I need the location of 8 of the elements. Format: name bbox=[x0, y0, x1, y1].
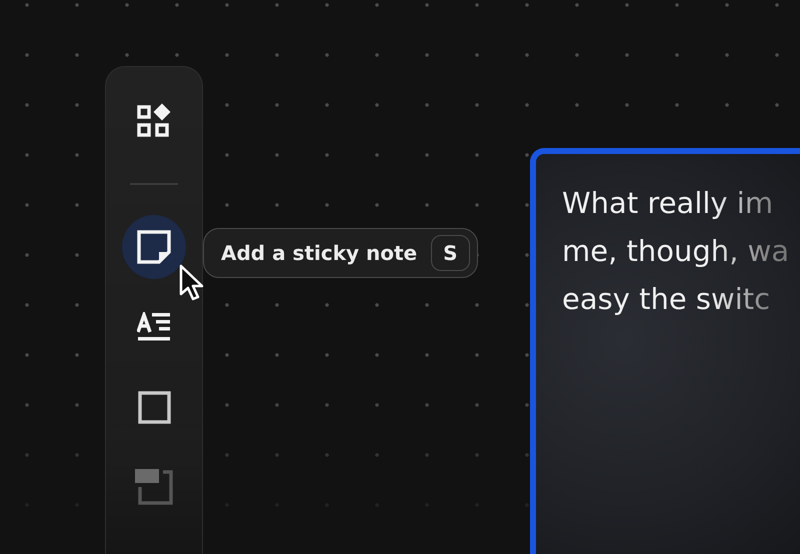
sticky-note-icon bbox=[137, 230, 171, 264]
cursor-icon bbox=[179, 264, 205, 302]
section-icon bbox=[135, 469, 173, 505]
text-icon bbox=[137, 312, 171, 342]
tooltip-label: Add a sticky note bbox=[221, 241, 418, 265]
components-icon bbox=[136, 103, 172, 139]
shortcut-key: S bbox=[431, 235, 470, 271]
square-icon bbox=[138, 390, 170, 424]
